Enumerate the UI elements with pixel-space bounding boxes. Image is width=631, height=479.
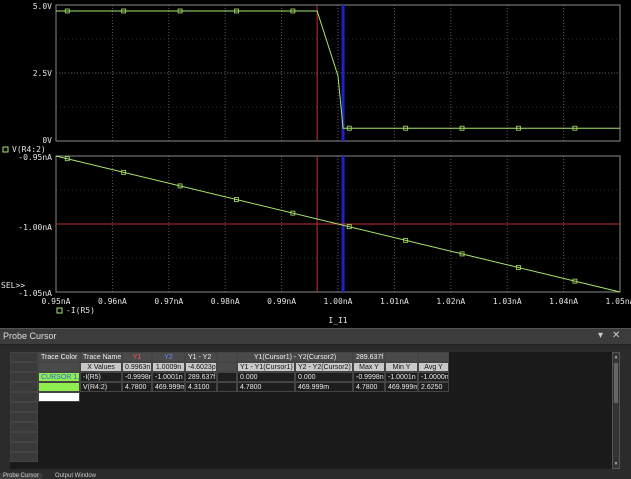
y1-value: 4.7800 [122,382,152,392]
scroll-down-icon[interactable]: ▼ [613,460,619,468]
subheader-y1-minus-y1: Y1 - Y1(Cursor1) [237,362,295,372]
subheader-x-values: X Values [80,362,122,372]
waveform-plot[interactable]: 5.0V 2.5V 0V V(R4:2) -0.95nA -1.00nA -1.… [0,0,631,328]
row-header [10,362,38,372]
x-tick-label: 1.04nA [549,297,578,306]
probe-cursor-panel: Probe Cursor ▾ ✕ Trace Color Trace Name … [0,328,631,479]
x-axis-ticks: 0.95nA 0.96nA 0.97nA 0.98nA 0.99nA 1.00nA 1.01… [42,297,631,306]
cursor2-x-value: 1.0009n [152,362,185,372]
x-tick-label: 1.03nA [493,297,522,306]
avg-y-value: 2.6250 [418,382,449,392]
lower-y-tick: -1.00nA [18,223,52,232]
x-axis-label: I_I1 [328,316,347,325]
blank-cell [217,382,237,392]
trace-name[interactable]: V(R4:2) [80,382,122,392]
row-header[interactable] [10,402,38,412]
vertical-scrollbar[interactable]: ▲ ▼ [612,352,620,469]
row-header[interactable] [10,372,38,382]
column-header-blank [217,352,237,362]
upper-y-tick: 2.5V [33,69,52,78]
trace-name[interactable]: -I(R5) [80,372,122,382]
subheader-avg-y: Avg Y [418,362,449,372]
y1-minus-y2-value: 4.3100 [185,382,217,392]
column-header-y1: Y1 [122,352,152,362]
column-header-trace-color: Trace Color [38,352,80,362]
column-header-cursor-diff: Y1(Cursor1) - Y2(Cursor2) [237,352,353,362]
x-tick-label: 0.96nA [98,297,127,306]
upper-y-tick: 5.0V [33,2,52,11]
panel-tabs: Probe Cursor Output Window [0,473,631,479]
x-tick-label: 1.00nA [324,297,353,306]
row-header [10,352,38,362]
subheader-y2-minus-y2: Y2 - Y2(Cursor2) [295,362,353,372]
lower-legend-label[interactable]: -I(R5) [66,306,95,315]
pin-icon[interactable]: ▾ [598,330,603,341]
upper-y-tick: 0V [42,136,52,145]
legend-marker-icon [2,146,9,153]
y2-value: -1.0001n [152,372,185,382]
cursor-diff-value: 289.637f [353,352,385,362]
row-header[interactable] [10,432,38,442]
max-y-value: -0.9998n [353,372,385,382]
header-blank [217,362,237,372]
y1-minus-y1-value: 4.7800 [237,382,295,392]
upper-plot-grid [56,5,620,141]
trace-color-swatch[interactable] [38,382,80,392]
sel-marker-label: SEL>> [1,281,25,290]
panel-title: Probe Cursor [3,331,57,341]
y2-minus-y2-value: 469.999m [295,382,353,392]
x-difference-value: -4.6023p [185,362,217,372]
min-y-value: -1.0001n [385,372,418,382]
scrollbar-thumb[interactable] [614,363,618,403]
y1-value: -0.9998n [122,372,152,382]
x-tick-label: 1.05nA [606,297,631,306]
probe-cursor-grid[interactable]: Trace Color Trace Name Y1 Y2 Y1 - Y2 Y1(… [10,352,612,469]
min-y-value: 469.999m [385,382,418,392]
subheader-max-y: Max Y [353,362,385,372]
cursor-lines[interactable] [56,5,620,292]
x-tick-label: 0.99nA [267,297,296,306]
x-tick-label: 0.97nA [154,297,183,306]
tab-output-window[interactable]: Output Window [52,473,99,479]
row-header[interactable] [10,422,38,432]
header-blank [38,362,80,372]
scroll-up-icon[interactable]: ▲ [613,353,619,361]
column-header-y2: Y2 [152,352,185,362]
tab-probe-cursor[interactable]: Probe Cursor [0,473,42,479]
max-y-value: 4.7800 [353,382,385,392]
row-header[interactable] [10,392,38,402]
x-tick-label: 1.02nA [436,297,465,306]
column-header-blank [418,352,449,362]
trace-color-swatch[interactable] [38,392,80,402]
y1-minus-y2-value: 289.637f [185,372,217,382]
y2-value: 469.999m [152,382,185,392]
plot-canvas[interactable]: 5.0V 2.5V 0V V(R4:2) -0.95nA -1.00nA -1.… [0,0,631,328]
y2-minus-y2-value: 0.000 [295,372,353,382]
probe-cursor-titlebar: Probe Cursor ▾ ✕ [0,328,631,345]
y1-minus-y1-value: 0.000 [237,372,295,382]
column-header-trace-name: Trace Name [80,352,122,362]
blank-cell [217,372,237,382]
trace-color-swatch[interactable]: CURSOR 1,2 [38,372,80,382]
row-header[interactable] [10,452,38,462]
row-header[interactable] [10,382,38,392]
x-tick-label: 0.98nA [211,297,240,306]
x-tick-label: 1.01nA [380,297,409,306]
subheader-min-y: Min Y [385,362,418,372]
x-tick-label: 0.95nA [42,297,71,306]
column-header-blank [385,352,418,362]
column-header-y1-minus-y2: Y1 - Y2 [185,352,217,362]
close-icon[interactable]: ✕ [612,330,620,341]
row-header[interactable] [10,442,38,452]
lower-y-tick: -0.95nA [18,153,52,162]
avg-y-value: -1.0000n [418,372,449,382]
row-header[interactable] [10,412,38,422]
legend-marker-icon [56,307,63,314]
cursor1-x-value: 0.9963n [122,362,152,372]
